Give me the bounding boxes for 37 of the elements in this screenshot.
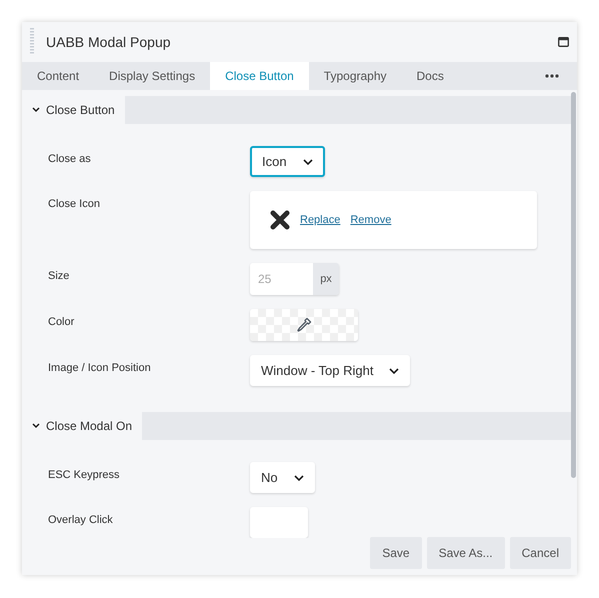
maximize-icon[interactable] <box>558 37 569 47</box>
chevron-down-icon <box>294 474 304 480</box>
unit-label: px <box>313 263 339 295</box>
window-title: UABB Modal Popup <box>46 32 171 52</box>
select-dropdown[interactable] <box>250 507 308 538</box>
footer-button[interactable]: Save As... <box>426 537 505 569</box>
eyedropper-icon <box>296 317 312 333</box>
chevron-down-icon <box>389 368 400 374</box>
section-toggle[interactable]: Close Modal On <box>22 412 142 440</box>
chevron-down-icon <box>32 423 40 429</box>
color-picker[interactable] <box>250 309 358 341</box>
tab[interactable]: Display Settings <box>94 62 210 90</box>
tab[interactable]: Content <box>22 62 94 90</box>
field-label: Size <box>48 269 70 284</box>
tab[interactable]: Close Button <box>210 62 309 90</box>
tab[interactable]: Docs <box>402 62 459 90</box>
drag-handle-icon[interactable] <box>30 28 34 56</box>
more-icon[interactable] <box>545 74 559 78</box>
footer-button[interactable]: Save <box>370 537 422 569</box>
select-dropdown[interactable]: Window - Top Right <box>250 355 410 386</box>
close-icon <box>270 210 290 230</box>
section-toggle[interactable]: Close Button <box>22 96 125 124</box>
field-label: ESC Keypress <box>48 468 121 483</box>
icon-action-link[interactable]: Replace <box>300 212 340 228</box>
footer-button[interactable]: Cancel <box>510 537 571 569</box>
select-dropdown[interactable]: Icon <box>250 146 325 177</box>
chevron-down-icon <box>32 107 40 113</box>
field-label: Close as <box>48 152 92 167</box>
chevron-down-icon <box>302 158 313 164</box>
scrollbar[interactable] <box>571 92 576 478</box>
field-label: Color <box>48 315 76 330</box>
field-label: Overlay Click <box>48 513 114 528</box>
tab[interactable]: Typography <box>308 62 402 90</box>
field-label: Close Icon <box>48 197 101 212</box>
field-label: Image / Icon Position <box>48 361 152 376</box>
icon-action-link[interactable]: Remove <box>350 212 392 228</box>
select-dropdown[interactable]: No <box>250 462 315 493</box>
